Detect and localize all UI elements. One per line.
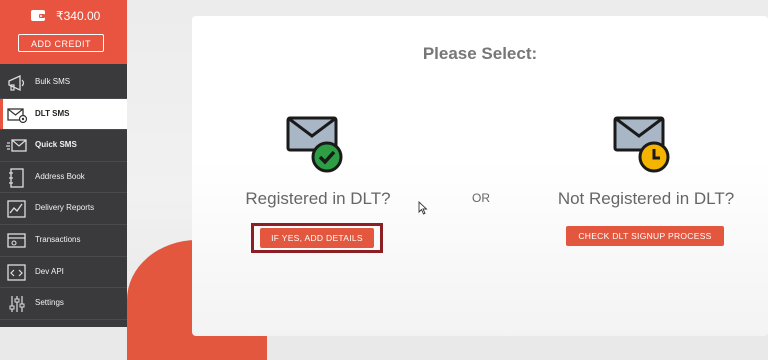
sidebar-item-label: Settings [35, 298, 64, 308]
or-separator: OR [472, 191, 490, 205]
check-dlt-signup-button[interactable]: CHECK DLT SIGNUP PROCESS [566, 226, 724, 246]
sidebar-item-dev-api[interactable]: Dev API [0, 257, 127, 289]
sidebar-item-label: Bulk SMS [35, 77, 71, 86]
add-credit-button[interactable]: ADD CREDIT [18, 34, 104, 52]
active-indicator [0, 98, 3, 130]
registered-title: Registered in DLT? [245, 189, 391, 208]
quick-mail-icon [6, 139, 27, 152]
wallet-icon [31, 10, 45, 21]
report-chart-icon [7, 200, 26, 219]
sidebar-item-settings[interactable]: Settings [0, 288, 127, 320]
add-details-button[interactable]: IF YES, ADD DETAILS [260, 228, 374, 248]
sidebar-item-delivery-reports[interactable]: Delivery Reports [0, 193, 127, 225]
sidebar-menu: Bulk SMS DLT SMS Quick SMS Address Book … [0, 67, 127, 320]
sidebar-item-bulk-sms[interactable]: Bulk SMS [0, 67, 127, 99]
megaphone-icon [8, 74, 25, 92]
page-title: Please Select: [422, 44, 538, 63]
settings-sliders-icon [9, 296, 25, 313]
sidebar-item-transactions[interactable]: Transactions [0, 225, 127, 257]
sidebar-item-label: Quick SMS [35, 140, 77, 150]
wallet-panel: ₹340.00 ADD CREDIT [0, 0, 127, 64]
sidebar: ₹340.00 ADD CREDIT Bulk SMS DLT SMS Quic… [0, 0, 127, 327]
code-icon [7, 263, 26, 281]
sidebar-item-label: Delivery Reports [35, 203, 95, 213]
address-book-icon [9, 168, 24, 188]
sidebar-item-address-book[interactable]: Address Book [0, 162, 127, 194]
mail-clock-icon [613, 116, 670, 173]
dlt-selection-card: Please Select: Registered in DLT? IF YES… [192, 16, 768, 336]
sidebar-item-label: DLT SMS [35, 108, 70, 118]
not-registered-title: Not Registered in DLT? [557, 189, 735, 208]
sidebar-item-label: Dev API [35, 266, 64, 276]
mail-check-icon [286, 116, 343, 173]
sidebar-item-quick-sms[interactable]: Quick SMS [0, 130, 127, 162]
wallet-balance: ₹340.00 [56, 9, 101, 23]
transactions-icon [7, 233, 26, 248]
sidebar-item-label: Address Book [35, 171, 85, 181]
sidebar-item-dlt-sms[interactable]: DLT SMS [0, 98, 127, 131]
mouse-cursor-icon [418, 201, 428, 215]
sidebar-item-label: Transactions [35, 234, 81, 244]
mail-settings-icon [7, 107, 28, 123]
